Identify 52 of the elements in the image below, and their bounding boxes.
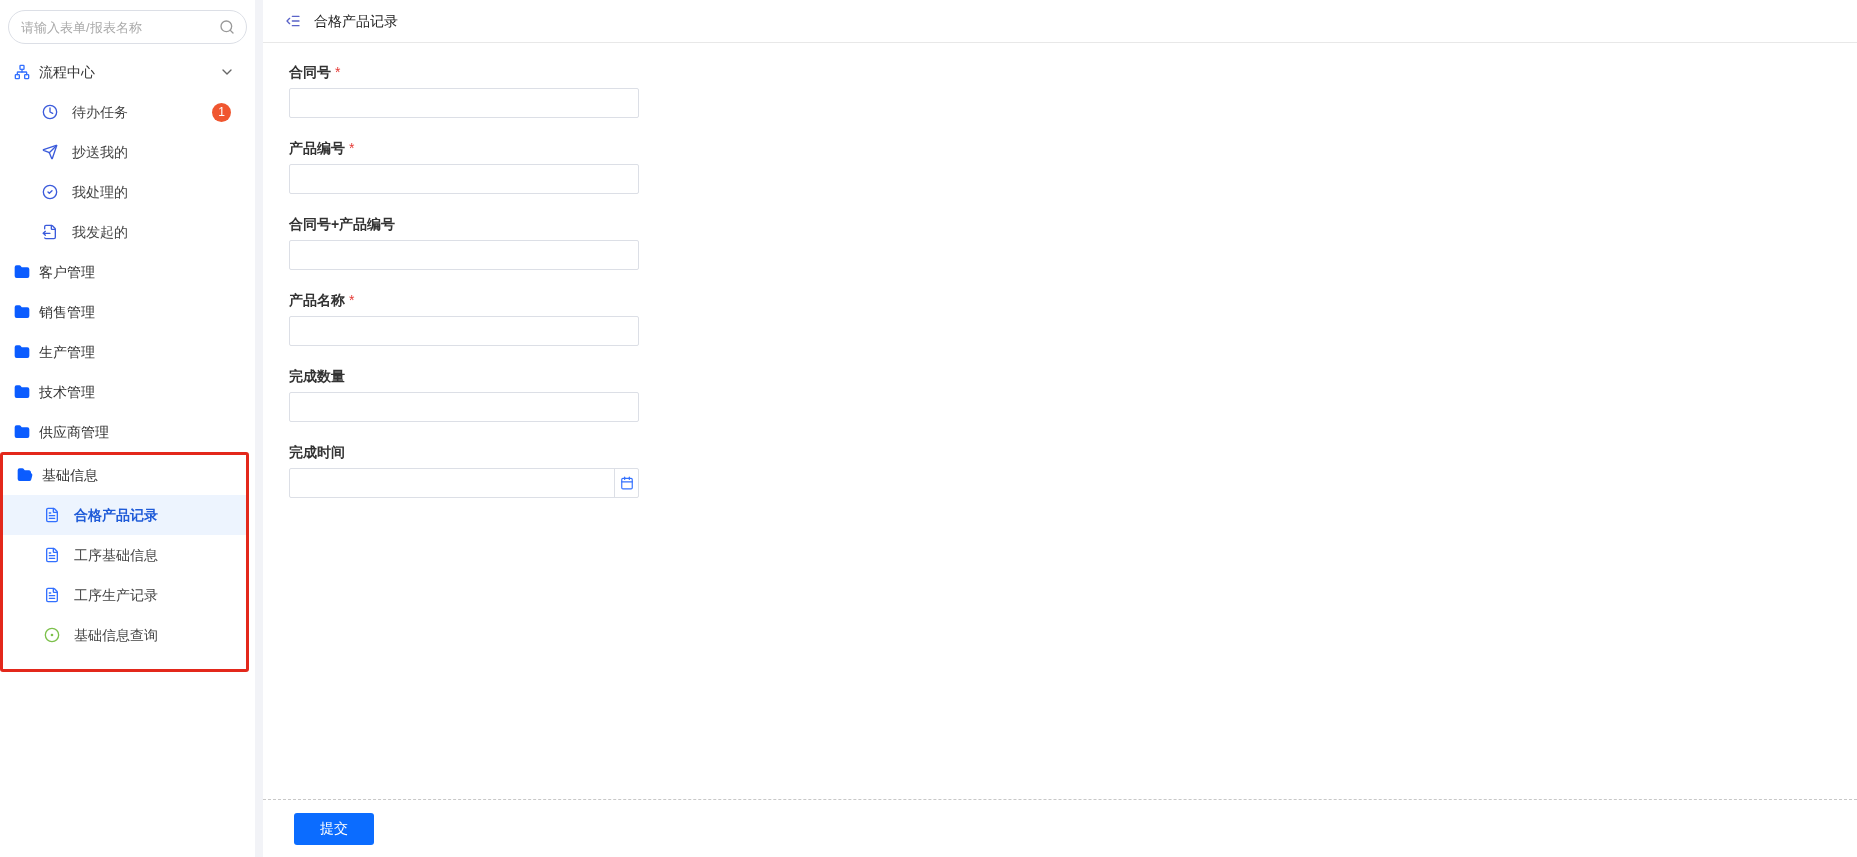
- menu-icon[interactable]: [285, 13, 301, 29]
- clock-icon: [42, 104, 58, 120]
- menu-item[interactable]: 待办任务 1: [0, 92, 255, 132]
- folder-icon: [14, 304, 30, 320]
- field-label: 合同号: [289, 63, 331, 82]
- folder-icon: [17, 467, 33, 483]
- paper-plane-icon: [42, 144, 58, 160]
- folder-icon: [14, 344, 30, 360]
- menu-group[interactable]: 供应商管理: [0, 412, 255, 452]
- menu-group[interactable]: 技术管理: [0, 372, 255, 412]
- search-field[interactable]: 请输入表单/报表名称: [8, 10, 247, 44]
- field-label: 产品名称: [289, 291, 345, 310]
- field-label: 完成数量: [289, 367, 345, 386]
- folder-icon: [14, 264, 30, 280]
- required-mark: *: [335, 63, 341, 82]
- field-label: 产品编号: [289, 139, 345, 158]
- field-label: 完成时间: [289, 443, 345, 462]
- search-icon: [219, 19, 235, 35]
- required-mark: *: [349, 291, 355, 310]
- count-badge: 1: [212, 102, 231, 122]
- input-field[interactable]: [289, 392, 639, 422]
- folder-icon: [14, 384, 30, 400]
- submit-button[interactable]: 提交: [294, 812, 374, 845]
- folder-icon: [14, 424, 30, 440]
- page-title: 合格产品记录: [314, 11, 398, 31]
- menu-item[interactable]: 工序生产记录: [3, 575, 246, 615]
- menu-item[interactable]: 我发起的: [0, 212, 255, 252]
- document-icon: [44, 547, 60, 563]
- input-field[interactable]: [289, 240, 639, 270]
- date-field[interactable]: [289, 468, 639, 498]
- document-icon: [44, 587, 60, 603]
- check-circle-icon: [42, 184, 58, 200]
- menu-item[interactable]: 合格产品记录: [3, 495, 246, 535]
- calendar-icon[interactable]: [619, 476, 634, 490]
- ring-icon: [44, 627, 60, 643]
- field-label: 合同号+产品编号: [289, 215, 396, 234]
- menu-group[interactable]: 客户管理: [0, 252, 255, 292]
- document-arrow-icon: [42, 224, 58, 240]
- input-field[interactable]: [289, 164, 639, 194]
- input-field[interactable]: [289, 88, 639, 118]
- menu-group[interactable]: 生产管理: [0, 332, 255, 372]
- input-field[interactable]: [289, 316, 639, 346]
- hierarchy-icon: [14, 64, 30, 80]
- document-icon: [44, 507, 60, 523]
- menu-item[interactable]: 抄送我的: [0, 132, 255, 172]
- menu-group[interactable]: 基础信息: [3, 455, 246, 495]
- menu-item[interactable]: 基础信息查询: [3, 615, 246, 655]
- menu-item[interactable]: 我处理的: [0, 172, 255, 212]
- menu-group[interactable]: 销售管理: [0, 292, 255, 332]
- menu-item[interactable]: 工序基础信息: [3, 535, 246, 575]
- menu-group[interactable]: 流程中心: [0, 52, 255, 92]
- required-mark: *: [349, 139, 355, 158]
